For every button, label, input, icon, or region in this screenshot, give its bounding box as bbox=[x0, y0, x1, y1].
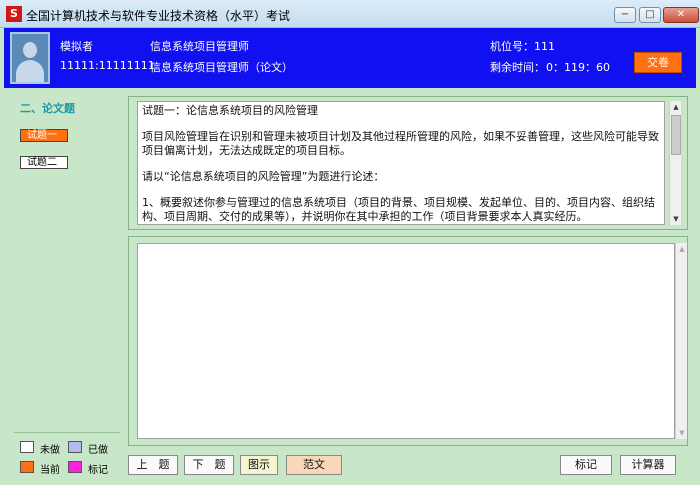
legend-marked-label: 标记 bbox=[88, 465, 108, 476]
answer-input[interactable] bbox=[137, 243, 675, 439]
hint-button[interactable]: 图示 bbox=[240, 455, 278, 475]
legend-answered-swatch bbox=[68, 441, 82, 453]
candidate-header: 模拟者 11111:11111111 信息系统项目管理师 信息系统项目管理师（论… bbox=[4, 28, 696, 88]
maximize-button[interactable]: □ bbox=[639, 7, 661, 23]
answer-scroll-down-arrow-icon[interactable]: ▼ bbox=[676, 427, 688, 439]
seat-number: 机位号：111 bbox=[490, 40, 555, 53]
prev-question-button[interactable]: 上 题 bbox=[128, 455, 178, 475]
minimize-button[interactable]: − bbox=[614, 7, 636, 23]
app-icon: S bbox=[6, 6, 22, 22]
question-paragraph-1: 项目风险管理旨在识别和管理未被项目计划及其他过程所管理的风险，如果不妥善管理，这… bbox=[142, 130, 659, 157]
time-remaining: 0：119：60 bbox=[546, 61, 610, 74]
mark-button[interactable]: 标记 bbox=[560, 455, 612, 475]
answer-scrollbar[interactable]: ▲ ▼ bbox=[675, 243, 687, 439]
question-2-button[interactable]: 试题二 bbox=[20, 156, 68, 169]
sample-essay-button[interactable]: 范文 bbox=[286, 455, 342, 475]
question-title: 试题一：论信息系统项目的风险管理 bbox=[142, 104, 318, 117]
avatar-body bbox=[16, 60, 44, 82]
submit-button[interactable]: 交卷 bbox=[634, 52, 682, 73]
candidate-name: 模拟者 bbox=[60, 40, 93, 53]
legend-unanswered-swatch bbox=[20, 441, 34, 453]
scroll-down-arrow-icon[interactable]: ▼ bbox=[670, 213, 682, 225]
close-button[interactable]: ✕ bbox=[663, 7, 699, 23]
answer-scroll-up-arrow-icon[interactable]: ▲ bbox=[676, 243, 688, 255]
question-scrollbar[interactable]: ▲ ▼ bbox=[669, 101, 681, 225]
window-title: 全国计算机技术与软件专业技术资格（水平）考试 bbox=[26, 9, 291, 23]
next-question-button[interactable]: 下 题 bbox=[184, 455, 234, 475]
question-text[interactable]: 试题一：论信息系统项目的风险管理 项目风险管理旨在识别和管理未被项目计划及其他过… bbox=[137, 101, 665, 225]
legend-current-swatch bbox=[20, 461, 34, 473]
answer-panel: ▲ ▼ bbox=[128, 236, 688, 446]
question-nav: 二、论文题 试题一 试题二 bbox=[14, 92, 120, 432]
question-1-button[interactable]: 试题一 bbox=[20, 129, 68, 142]
title-bar: S 全国计算机技术与软件专业技术资格（水平）考试 − □ ✕ bbox=[0, 0, 700, 28]
legend-current-label: 当前 bbox=[40, 465, 60, 476]
exam-paper: 信息系统项目管理师（论文） bbox=[150, 61, 293, 74]
legend-answered-label: 已做 bbox=[88, 445, 108, 456]
exam-name: 信息系统项目管理师 bbox=[150, 40, 249, 53]
status-legend: 未做 已做 当前 标记 bbox=[14, 432, 120, 478]
calculator-button[interactable]: 计算器 bbox=[620, 455, 676, 475]
candidate-id: 11111:11111111 bbox=[60, 59, 155, 72]
legend-unanswered-label: 未做 bbox=[40, 445, 60, 456]
scroll-thumb[interactable] bbox=[671, 115, 681, 155]
question-paragraph-3: 1、概要叙述你参与管理过的信息系统项目（项目的背景、项目规模、发起单位、目的、项… bbox=[142, 196, 655, 223]
scroll-up-arrow-icon[interactable]: ▲ bbox=[670, 101, 682, 113]
section-title: 二、论文题 bbox=[20, 102, 75, 115]
question-paragraph-2: 请以“论信息系统项目的风险管理”为题进行论述： bbox=[142, 170, 385, 183]
legend-marked-swatch bbox=[68, 461, 82, 473]
time-label: 剩余时间： bbox=[490, 61, 545, 74]
avatar-head bbox=[23, 42, 37, 58]
avatar bbox=[10, 32, 50, 84]
question-panel: 试题一：论信息系统项目的风险管理 项目风险管理旨在识别和管理未被项目计划及其他过… bbox=[128, 96, 688, 230]
